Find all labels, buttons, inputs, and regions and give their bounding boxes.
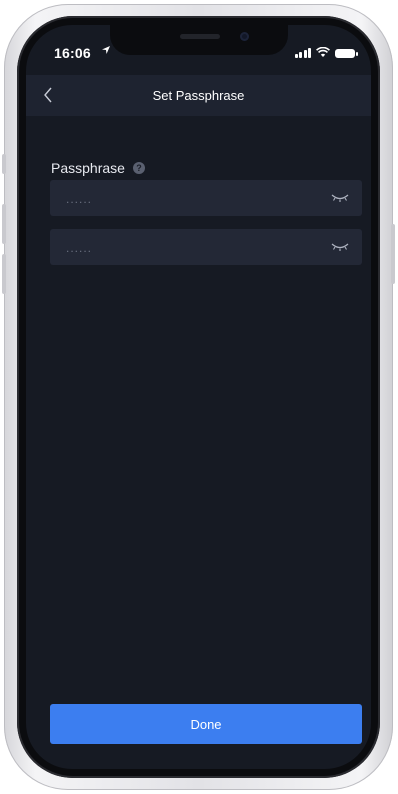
passphrase-label-row: Passphrase ? xyxy=(51,160,145,176)
done-button[interactable]: Done xyxy=(50,704,362,744)
passphrase-field xyxy=(50,180,362,218)
notch xyxy=(110,25,288,55)
front-camera xyxy=(240,32,249,41)
battery-icon xyxy=(335,49,358,58)
confirm-passphrase-input[interactable] xyxy=(64,229,318,267)
done-button-label: Done xyxy=(190,716,222,732)
question-icon[interactable]: ? xyxy=(132,162,145,174)
app-screen: 16:06 Set Passphrase Passphrase ? Done xyxy=(26,25,371,769)
status-icons xyxy=(294,47,358,58)
eye-closed-icon[interactable] xyxy=(330,192,350,204)
navigation-bar: Set Passphrase xyxy=(26,75,371,116)
side-button xyxy=(2,154,6,174)
power-button xyxy=(391,224,395,284)
eye-closed-icon[interactable] xyxy=(330,241,350,253)
volume-up-button xyxy=(2,204,6,244)
volume-down-button xyxy=(2,254,6,294)
page-title: Set Passphrase xyxy=(152,88,245,103)
speaker xyxy=(180,34,220,39)
confirm-passphrase-field xyxy=(50,229,362,267)
phone-frame: 16:06 Set Passphrase Passphrase ? Done xyxy=(2,4,395,790)
location-arrow-icon xyxy=(101,45,111,58)
passphrase-label: Passphrase xyxy=(51,160,125,176)
status-time: 16:06 xyxy=(54,45,91,61)
passphrase-input[interactable] xyxy=(64,180,318,218)
signal-icon xyxy=(294,47,311,58)
phone-bezel: 16:06 Set Passphrase Passphrase ? Done xyxy=(17,16,380,778)
wifi-icon xyxy=(316,47,330,57)
